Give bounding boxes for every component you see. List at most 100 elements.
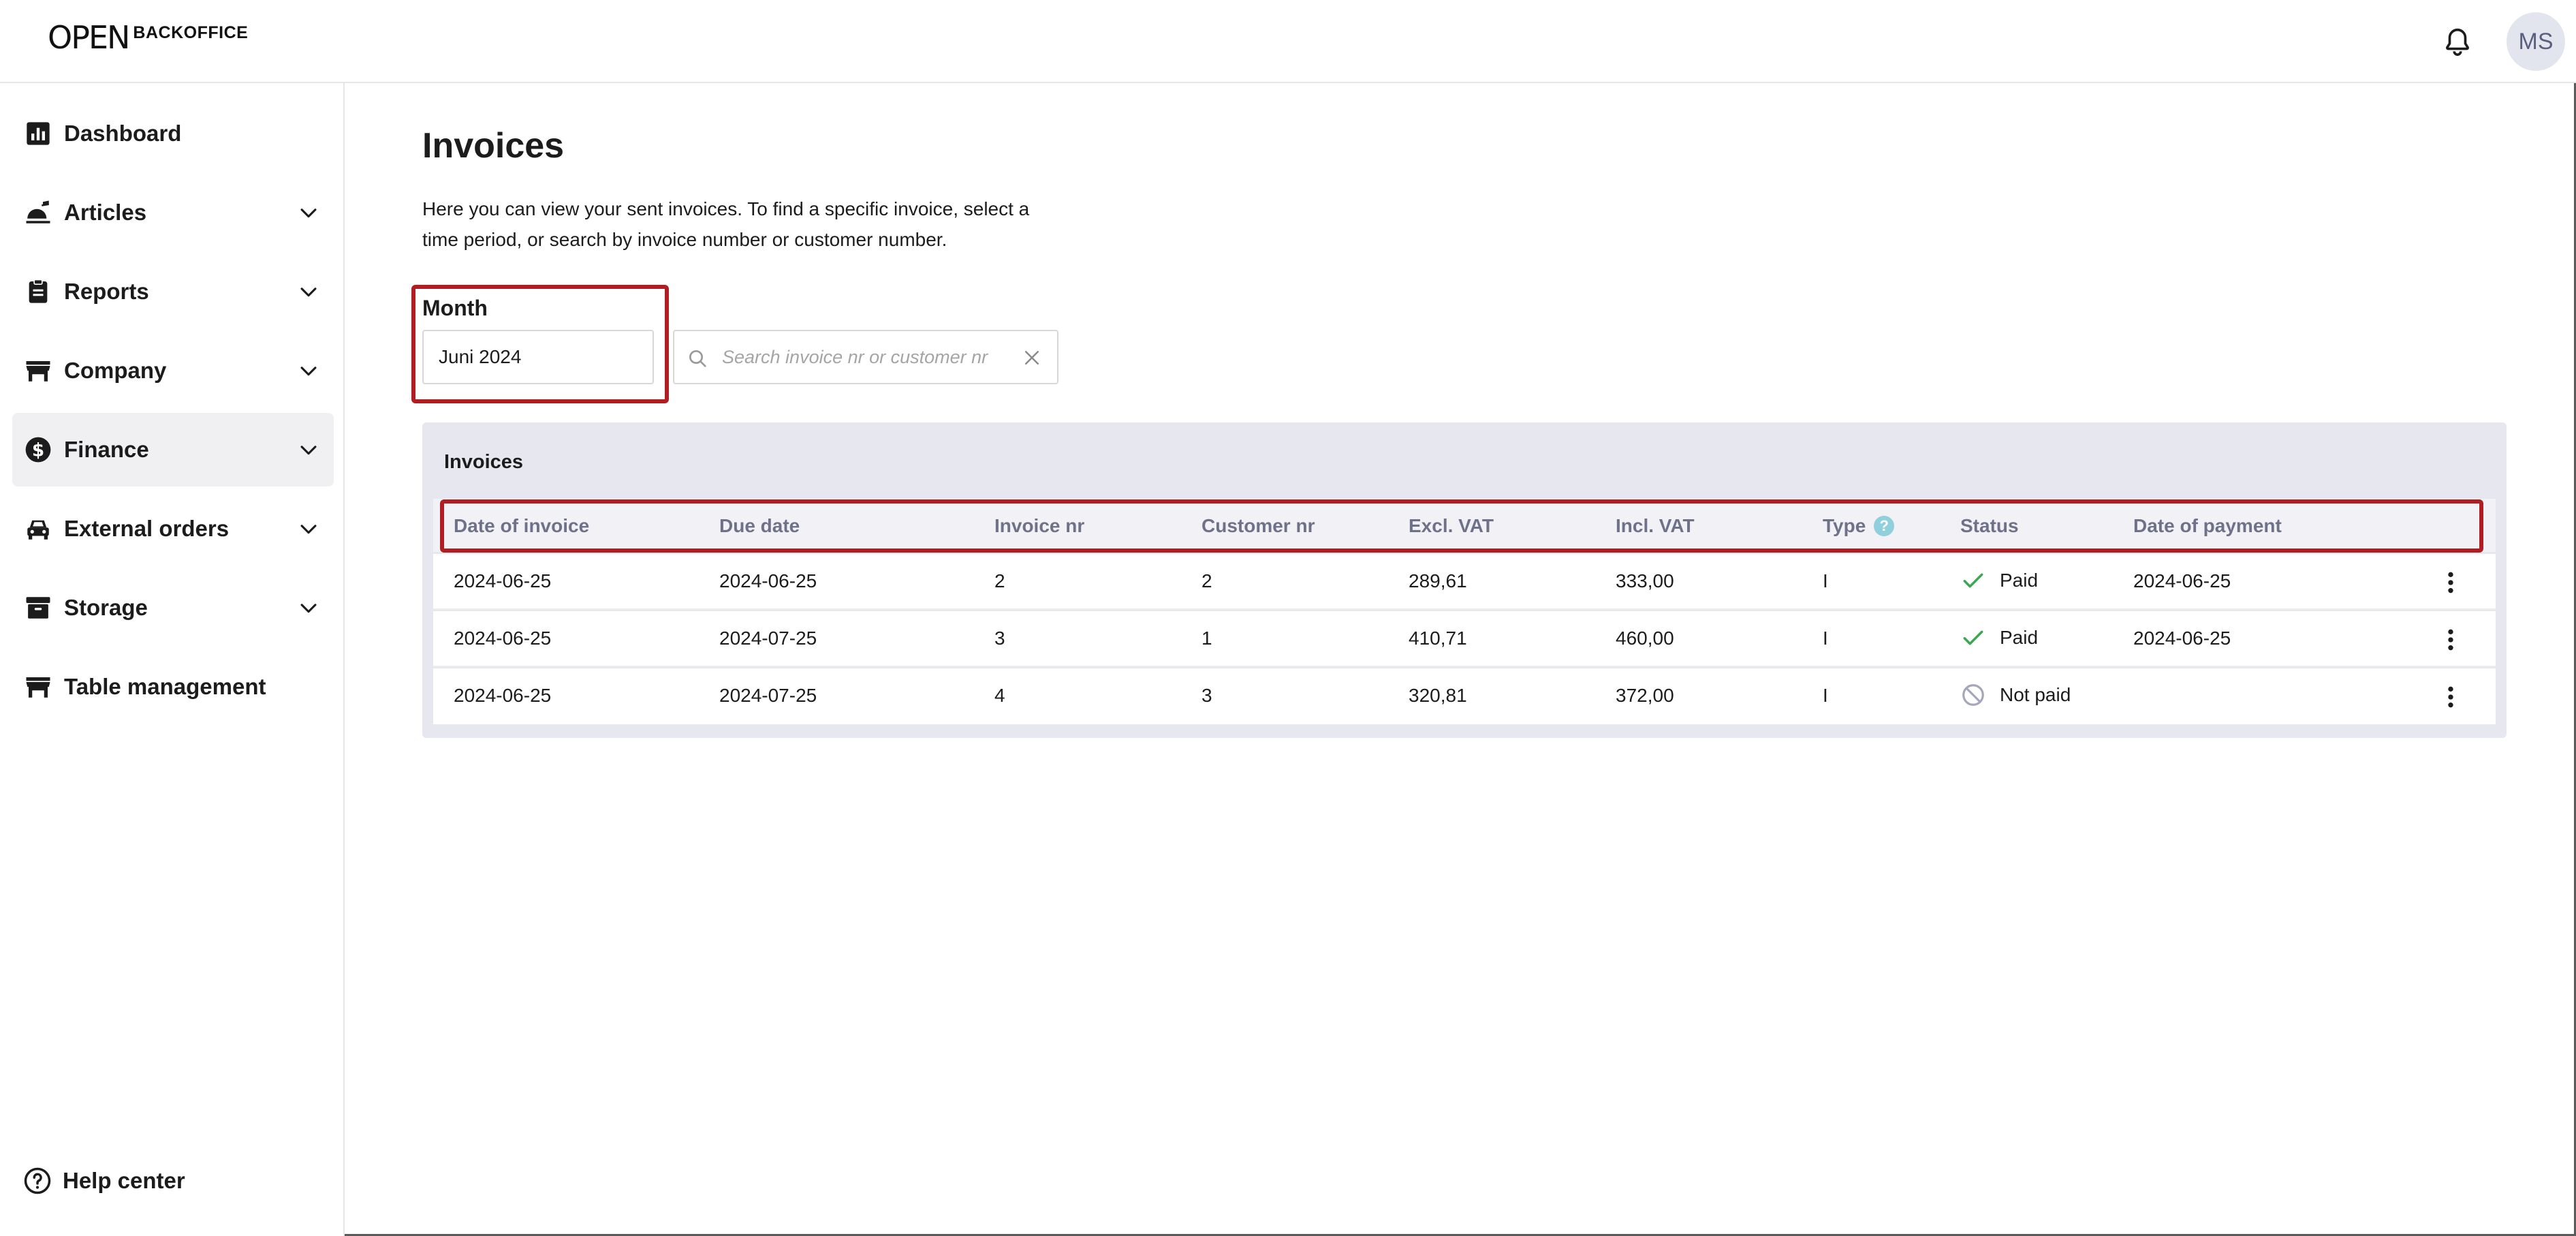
- sidebar-item-articles[interactable]: Articles: [12, 176, 334, 249]
- cell-invoice-nr: 3: [994, 628, 1005, 649]
- chevron-down-icon: [300, 446, 317, 455]
- column-header-invoice-nr[interactable]: Invoice nr: [994, 515, 1084, 537]
- cell-status: Paid: [1960, 625, 2038, 651]
- sidebar-item-label: Finance: [64, 437, 149, 462]
- sidebar-item-dashboard[interactable]: Dashboard: [12, 97, 334, 170]
- cell-type: I: [1823, 628, 1828, 649]
- sidebar-item-label: Storage: [64, 595, 148, 620]
- cell-incl-vat: 333,00: [1616, 570, 1674, 591]
- column-header-due-date[interactable]: Due date: [719, 515, 800, 537]
- chevron-down-icon: [300, 208, 317, 218]
- cell-status: Not paid: [1960, 682, 2071, 708]
- chevron-down-icon: [300, 604, 317, 613]
- status-label: Paid: [2000, 570, 2039, 591]
- cell-due-date: 2024-06-25: [719, 570, 817, 591]
- question-circle-icon: [24, 1167, 51, 1194]
- cell-status: Paid: [1960, 568, 2038, 593]
- table-icon: [23, 672, 53, 702]
- invoices-card: Invoices Date of invoice Due date Invoic…: [422, 422, 2507, 738]
- column-header-excl-vat[interactable]: Excl. VAT: [1409, 515, 1494, 537]
- cell-due-date: 2024-07-25: [719, 685, 817, 706]
- sidebar-item-reports[interactable]: Reports: [12, 255, 334, 328]
- cell-customer-nr: 2: [1201, 570, 1212, 591]
- svg-text:$: $: [32, 441, 44, 461]
- logo-text: BACKOFFICE: [133, 23, 249, 42]
- cell-invoice-nr: 2: [994, 570, 1005, 591]
- cell-excl-vat: 289,61: [1409, 570, 1467, 591]
- sidebar-item-label: Dashboard: [64, 121, 182, 146]
- type-help-icon[interactable]: ?: [1874, 516, 1895, 536]
- notification-bell-icon[interactable]: [2442, 26, 2473, 57]
- cell-invoice-nr: 4: [994, 685, 1005, 706]
- cell-type: I: [1823, 685, 1828, 706]
- table-row[interactable]: 2024-06-25 2024-07-25 4 3 320,81 372,00 …: [433, 668, 2496, 724]
- more-options-icon[interactable]: [2437, 625, 2464, 655]
- page-description: Here you can view your sent invoices. To…: [422, 198, 1030, 250]
- bar-chart-icon: [23, 119, 53, 149]
- sidebar-item-label: Company: [64, 358, 167, 383]
- clipboard-icon: [23, 277, 53, 307]
- chevron-down-icon: [300, 525, 317, 534]
- top-header: OPEN BACKOFFICE MS: [0, 0, 2576, 83]
- cell-date-of-payment: 2024-06-25: [2133, 570, 2231, 591]
- table-row[interactable]: 2024-06-25 2024-07-25 3 1 410,71 460,00 …: [433, 611, 2496, 667]
- column-header-type[interactable]: Type?: [1823, 515, 1895, 537]
- search-input[interactable]: [722, 331, 1008, 383]
- table-row[interactable]: 2024-06-25 2024-06-25 2 2 289,61 333,00 …: [433, 554, 2496, 610]
- status-label: Paid: [2000, 627, 2039, 648]
- sidebar-item-label: External orders: [64, 516, 230, 541]
- food-icon: [23, 198, 53, 228]
- cell-date-of-invoice: 2024-06-25: [454, 628, 552, 649]
- column-header-customer-nr[interactable]: Customer nr: [1201, 515, 1315, 537]
- sidebar-item-finance[interactable]: $ Finance: [12, 413, 334, 486]
- cell-date-of-payment: 2024-06-25: [2133, 628, 2231, 649]
- table-header-row: Date of invoice Due date Invoice nr Cust…: [433, 499, 2496, 552]
- page-title: Invoices: [422, 126, 565, 166]
- search-box[interactable]: [673, 330, 1058, 384]
- cell-excl-vat: 320,81: [1409, 685, 1467, 706]
- sidebar-item-external-orders[interactable]: External orders: [12, 492, 334, 566]
- cell-customer-nr: 1: [1201, 628, 1212, 649]
- column-header-incl-vat[interactable]: Incl. VAT: [1616, 515, 1695, 537]
- card-title: Invoices: [444, 451, 524, 473]
- cell-date-of-invoice: 2024-06-25: [454, 685, 552, 706]
- sidebar-item-label: Table management: [64, 674, 266, 699]
- chevron-down-icon: [300, 367, 317, 376]
- cell-type: I: [1823, 570, 1828, 591]
- cell-customer-nr: 3: [1201, 685, 1212, 706]
- check-icon: [1963, 573, 1983, 588]
- column-header-date-of-invoice[interactable]: Date of invoice: [454, 515, 589, 537]
- archive-icon: [23, 593, 53, 623]
- column-header-type-label: Type: [1823, 515, 1866, 536]
- check-icon: [1963, 630, 1983, 645]
- sidebar-item-label: Reports: [64, 279, 149, 304]
- help-center-label: Help center: [63, 1168, 185, 1193]
- chevron-down-icon: [300, 288, 317, 297]
- sidebar-item-company[interactable]: Company: [12, 334, 334, 407]
- close-icon[interactable]: [1022, 347, 1042, 368]
- cell-date-of-invoice: 2024-06-25: [454, 570, 552, 591]
- logo-mark: OPEN: [48, 19, 130, 56]
- cell-incl-vat: 372,00: [1616, 685, 1674, 706]
- car-icon: [23, 514, 53, 544]
- column-header-date-of-payment[interactable]: Date of payment: [2133, 515, 2282, 537]
- cell-incl-vat: 460,00: [1616, 628, 1674, 649]
- month-picker-input[interactable]: [422, 330, 654, 384]
- store-icon: [23, 356, 53, 386]
- sidebar-item-table-management[interactable]: Table management: [12, 650, 334, 724]
- user-avatar[interactable]: MS: [2507, 12, 2565, 71]
- search-icon: [689, 350, 706, 367]
- sidebar-item-storage[interactable]: Storage: [12, 571, 334, 645]
- dollar-icon: $: [23, 435, 53, 465]
- status-label: Not paid: [2000, 684, 2071, 705]
- cell-excl-vat: 410,71: [1409, 628, 1467, 649]
- column-header-status[interactable]: Status: [1960, 515, 2019, 537]
- cell-due-date: 2024-07-25: [719, 628, 817, 649]
- month-label: Month: [422, 296, 488, 320]
- sidebar-item-label: Articles: [64, 200, 147, 225]
- help-center-link[interactable]: Help center: [23, 1167, 185, 1195]
- app-logo[interactable]: OPEN BACKOFFICE: [48, 20, 248, 55]
- more-options-icon[interactable]: [2437, 682, 2464, 712]
- more-options-icon[interactable]: [2437, 568, 2464, 598]
- sidebar: Dashboard Articles Reports Company $ Fin…: [0, 83, 345, 1236]
